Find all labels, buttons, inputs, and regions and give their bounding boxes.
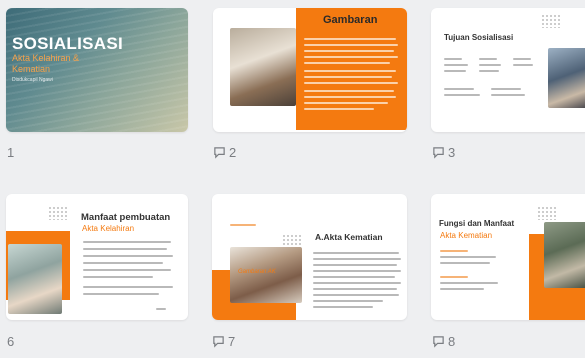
slide-number-text: 3 [448, 145, 456, 160]
slide-photo [544, 222, 585, 288]
slide-number-text: 8 [448, 334, 456, 349]
comment-icon[interactable] [212, 335, 225, 348]
slide-thumbnail-3[interactable]: Tujuan Sosialisasi [431, 8, 585, 132]
slide-1-subtitle-2: Kematian [12, 64, 51, 74]
slide-7-title: A.Akta Kematian [315, 232, 383, 242]
slide-thumbnail-6[interactable]: Manfaat pembuatan Akta Kelahiran [6, 194, 188, 320]
slide-number-text: 6 [7, 334, 15, 349]
slide-number-text: 1 [7, 145, 15, 160]
photo-caption: Gambaran AK [238, 269, 276, 275]
slide-number-8: 8 [432, 334, 455, 349]
dot-pattern [282, 234, 302, 248]
slide-number-3: 3 [432, 145, 455, 160]
slide-3-title: Tujuan Sosialisasi [444, 33, 514, 42]
slide-6-subtitle: Akta Kelahiran [82, 224, 135, 233]
slide-6-title: Manfaat pembuatan [81, 212, 171, 223]
slide-photo [548, 48, 585, 108]
slide-number-1: 1 [7, 145, 14, 160]
slide-number-6: 6 [7, 334, 14, 349]
slide-number-text: 7 [228, 334, 236, 349]
slide-1-title: SOSIALISASI [12, 34, 123, 53]
slide-photo [230, 28, 296, 106]
slide-number-2: 2 [213, 145, 236, 160]
comment-icon[interactable] [432, 335, 445, 348]
dot-pattern [48, 206, 68, 220]
slide-thumbnail-8[interactable]: Fungsi dan Manfaat Akta Kematian [431, 194, 585, 320]
slide-1-subtitle: Akta Kelahiran & [12, 53, 80, 63]
comment-icon[interactable] [432, 146, 445, 159]
slide-photo: Gambaran AK [230, 247, 302, 303]
slide-number-7: 7 [212, 334, 235, 349]
dot-pattern [541, 14, 561, 28]
slide-number-text: 2 [229, 145, 237, 160]
slide-8-title: Fungsi dan Manfaat [439, 219, 515, 228]
slide-8-subtitle: Akta Kematian [440, 231, 493, 240]
slide-thumbnail-1[interactable]: SOSIALISASI Akta Kelahiran & Kematian Di… [6, 8, 188, 132]
slide-2-title: Gambaran [323, 14, 378, 26]
orange-text-panel: Gambaran [296, 8, 407, 130]
comment-icon[interactable] [213, 146, 226, 159]
slide-thumbnail-2[interactable]: Gambaran [213, 8, 407, 132]
dot-pattern [537, 206, 557, 220]
slide-thumbnail-7[interactable]: Gambaran AK A.Akta Kematian [212, 194, 407, 320]
slide-photo [8, 244, 62, 314]
slide-1-byline: Disdukcapil Ngawi [12, 77, 53, 83]
slide-label-line [230, 224, 256, 226]
